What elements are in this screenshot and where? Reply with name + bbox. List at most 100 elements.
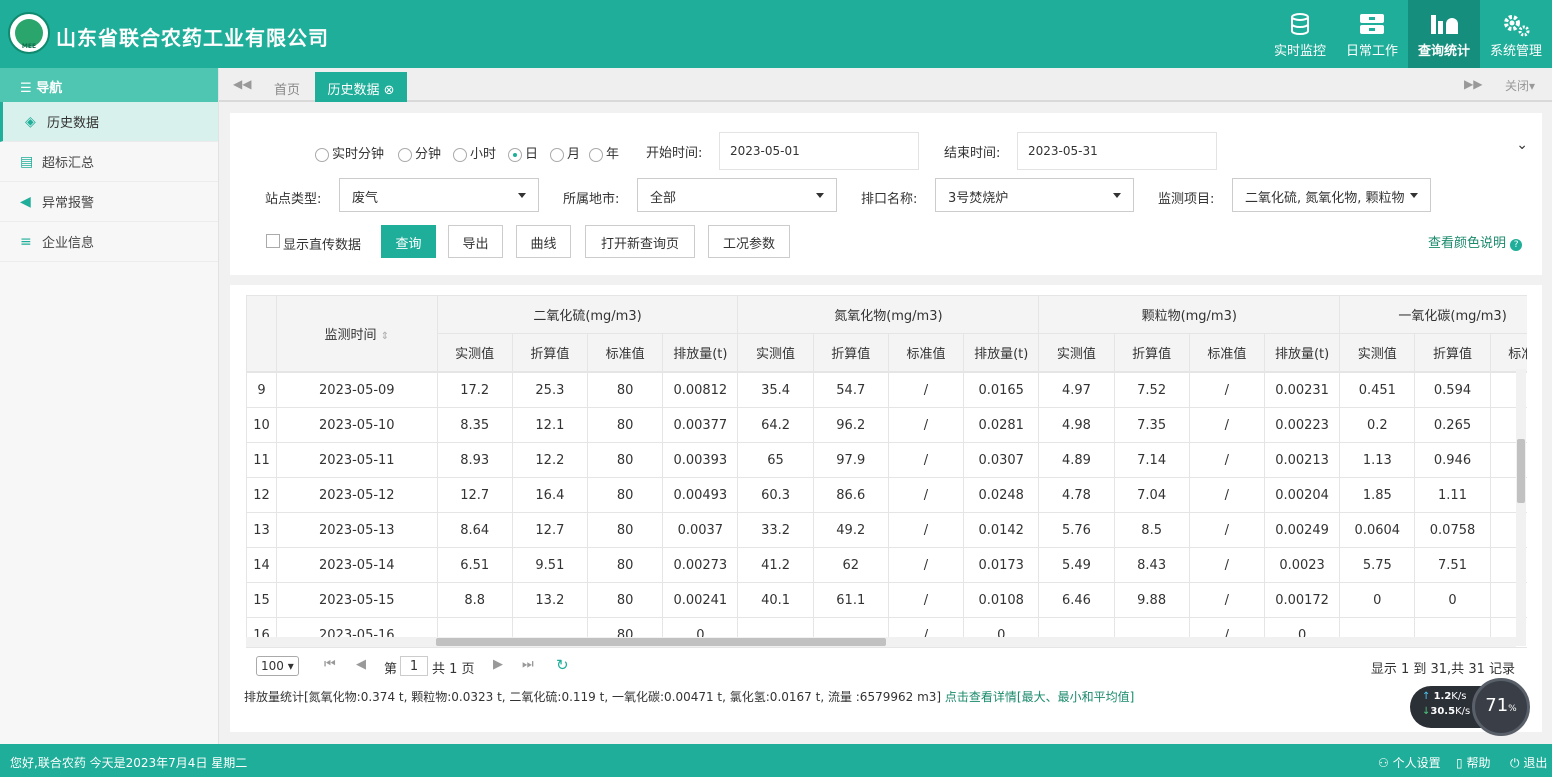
show-direct-checkbox[interactable]	[266, 234, 280, 248]
vertical-scrollbar[interactable]	[1516, 369, 1526, 646]
table-cell: 7.35	[1113, 407, 1190, 443]
network-speed-widget[interactable]: ↑ 1.2K/s ↓30.5K/s 71%	[1410, 678, 1530, 736]
table-cell: 35.4	[737, 372, 814, 408]
page-size-select[interactable]: 100 ▾	[256, 656, 299, 676]
table-cell: 80	[586, 477, 664, 513]
row-date[interactable]: 2023-05-10	[276, 407, 438, 443]
table-row[interactable]: 12 2023-05-12 12.7 16.4 80 0.00493 60.3 86.6/0.…	[246, 477, 1527, 513]
nav-query-statistics[interactable]: 查询统计	[1408, 0, 1480, 68]
curve-button[interactable]: 曲线	[516, 225, 571, 258]
table-cell: 0.2	[1339, 407, 1416, 443]
nav-realtime-monitor[interactable]: 实时监控	[1264, 0, 1336, 68]
open-new-query-button[interactable]: 打开新查询页	[585, 225, 695, 258]
radio-year[interactable]: 年	[589, 143, 619, 162]
table-cell: 80	[586, 442, 664, 478]
color-help-link[interactable]: 查看颜色说明 ?	[1428, 232, 1523, 251]
prev-page-icon[interactable]: ◀	[356, 657, 366, 672]
table-cell: 0.0037	[662, 512, 739, 548]
table-cell: 0.0281	[963, 407, 1040, 443]
row-date[interactable]: 2023-05-15	[276, 582, 438, 618]
table-row[interactable]: 9 2023-05-09 17.2 25.3 80 0.00812 35.4 54.7/0.0…	[246, 372, 1527, 408]
table-row[interactable]: 10 2023-05-10 8.35 12.1 80 0.00377 64.2 96.2/0.…	[246, 407, 1527, 443]
subheader-cell: 实测值	[436, 333, 513, 372]
tab-history[interactable]: 历史数据 ⊗	[315, 72, 407, 102]
table-cell: /	[887, 582, 965, 618]
row-date[interactable]: 2023-05-11	[276, 442, 438, 478]
database-icon	[1291, 13, 1309, 36]
refresh-icon[interactable]: ↻	[556, 656, 569, 674]
personal-settings-link[interactable]: ⚇ 个人设置	[1378, 754, 1441, 771]
sidebar-item-history[interactable]: ◈ 历史数据	[0, 102, 218, 142]
outlet-select[interactable]: 3号焚烧炉	[935, 178, 1134, 212]
table-row[interactable]: 13 2023-05-13 8.64 12.7 80 0.0037 33.2 49.2/0.0…	[246, 512, 1527, 548]
site-type-select[interactable]: 废气	[339, 178, 539, 212]
close-tabs-dropdown[interactable]: 关闭▾	[1505, 77, 1535, 94]
radio-realtime-minute[interactable]: 实时分钟	[315, 143, 384, 162]
radio-minute[interactable]: 分钟	[398, 143, 441, 162]
region-select[interactable]: 全部	[637, 178, 837, 212]
last-page-icon[interactable]: ⏭	[522, 657, 534, 672]
table-cell: 62	[812, 547, 889, 583]
table-cell: 1.13	[1339, 442, 1416, 478]
radio-month[interactable]: 月	[550, 143, 580, 162]
table-cell: 61.1	[812, 582, 889, 618]
data-table-wrapper: 监测时间 ⇕ 二氧化硫(mg/m3) 氮氧化物(mg/m3) 颗粒物(mg/m3…	[246, 295, 1527, 647]
so2-group-header: 二氧化硫(mg/m3)	[436, 295, 739, 334]
next-page-icon[interactable]: ▶	[493, 657, 503, 672]
table-cell: 0.00273	[662, 547, 739, 583]
time-column-header[interactable]: 监测时间 ⇕	[276, 295, 438, 372]
collapse-chevron-icon[interactable]: ⌄	[1516, 137, 1528, 153]
tab-scroll-left-icon[interactable]: ◀◀	[233, 77, 251, 91]
logout-link[interactable]: ⏻ 退出	[1510, 754, 1547, 771]
sidebar-item-company-info[interactable]: ≡ 企业信息	[0, 222, 218, 262]
subheader-cell: 实测值	[1038, 333, 1115, 372]
table-row[interactable]: 14 2023-05-14 6.51 9.51 80 0.00273 41.2 62/0.01…	[246, 547, 1527, 583]
table-cell: 25.3	[511, 372, 589, 408]
table-cell: 49.2	[812, 512, 889, 548]
nav-system-admin[interactable]: 系统管理	[1480, 0, 1552, 68]
site-type-label: 站点类型:	[265, 192, 322, 207]
start-time-input[interactable]: 2023-05-01	[719, 132, 919, 170]
table-cell: 80	[586, 582, 664, 618]
monitor-item-select[interactable]: 二氧化硫, 氮氧化物, 颗粒物	[1232, 178, 1431, 212]
work-params-button[interactable]: 工况参数	[708, 225, 790, 258]
table-cell: 0.00204	[1263, 477, 1341, 513]
query-button[interactable]: 查询	[381, 225, 436, 258]
pm-group-header: 颗粒物(mg/m3)	[1038, 295, 1341, 334]
row-date[interactable]: 2023-05-09	[276, 372, 438, 408]
tab-home[interactable]: 首页	[259, 72, 315, 102]
sidebar-item-alarms[interactable]: ◀ 异常报警	[0, 182, 218, 222]
row-date[interactable]: 2023-05-13	[276, 512, 438, 548]
co-group-header: 一氧化碳(mg/m3)	[1339, 295, 1527, 334]
sort-icon[interactable]: ⇕	[381, 331, 389, 342]
summary-detail-link[interactable]: 点击查看详情[最大、最小和平均值]	[945, 690, 1134, 704]
help-link[interactable]: ▯ 帮助	[1456, 754, 1490, 771]
table-row[interactable]: 15 2023-05-15 8.8 13.2 80 0.00241 40.1 61.1/0.0…	[246, 582, 1527, 618]
tab-scroll-right-icon[interactable]: ▶▶	[1464, 77, 1482, 91]
table-cell: /	[1188, 407, 1265, 443]
radio-day[interactable]: 日	[508, 143, 538, 162]
horizontal-scrollbar[interactable]	[246, 637, 1516, 647]
table-cell: 0.0108	[963, 582, 1040, 618]
nav-daily-work[interactable]: 日常工作	[1336, 0, 1408, 68]
row-date[interactable]: 2023-05-12	[276, 477, 438, 513]
radio-hour[interactable]: 小时	[453, 143, 496, 162]
close-tab-icon[interactable]: ⊗	[384, 83, 395, 98]
table-row[interactable]: 11 2023-05-11 8.93 12.2 80 0.00393 65 97.9/0.03…	[246, 442, 1527, 478]
clipboard-icon: ▤	[20, 153, 34, 170]
table-cell: 60.3	[737, 477, 814, 513]
history-data-table: 监测时间 ⇕ 二氧化硫(mg/m3) 氮氧化物(mg/m3) 颗粒物(mg/m3…	[246, 295, 1527, 372]
export-button[interactable]: 导出	[448, 225, 503, 258]
table-cell: 6.46	[1038, 582, 1115, 618]
first-page-icon[interactable]: ⏮	[324, 657, 336, 672]
table-cell: 0.00223	[1263, 407, 1341, 443]
server-icon	[1360, 14, 1384, 34]
end-time-label: 结束时间:	[944, 146, 1001, 161]
sidebar-item-exceed-summary[interactable]: ▤ 超标汇总	[0, 142, 218, 182]
table-cell: 5.49	[1038, 547, 1115, 583]
end-time-input[interactable]: 2023-05-31	[1017, 132, 1217, 170]
page-number-input[interactable]: 1	[400, 656, 428, 676]
row-date[interactable]: 2023-05-14	[276, 547, 438, 583]
table-cell: /	[1188, 372, 1265, 408]
table-cell: 80	[586, 372, 664, 408]
